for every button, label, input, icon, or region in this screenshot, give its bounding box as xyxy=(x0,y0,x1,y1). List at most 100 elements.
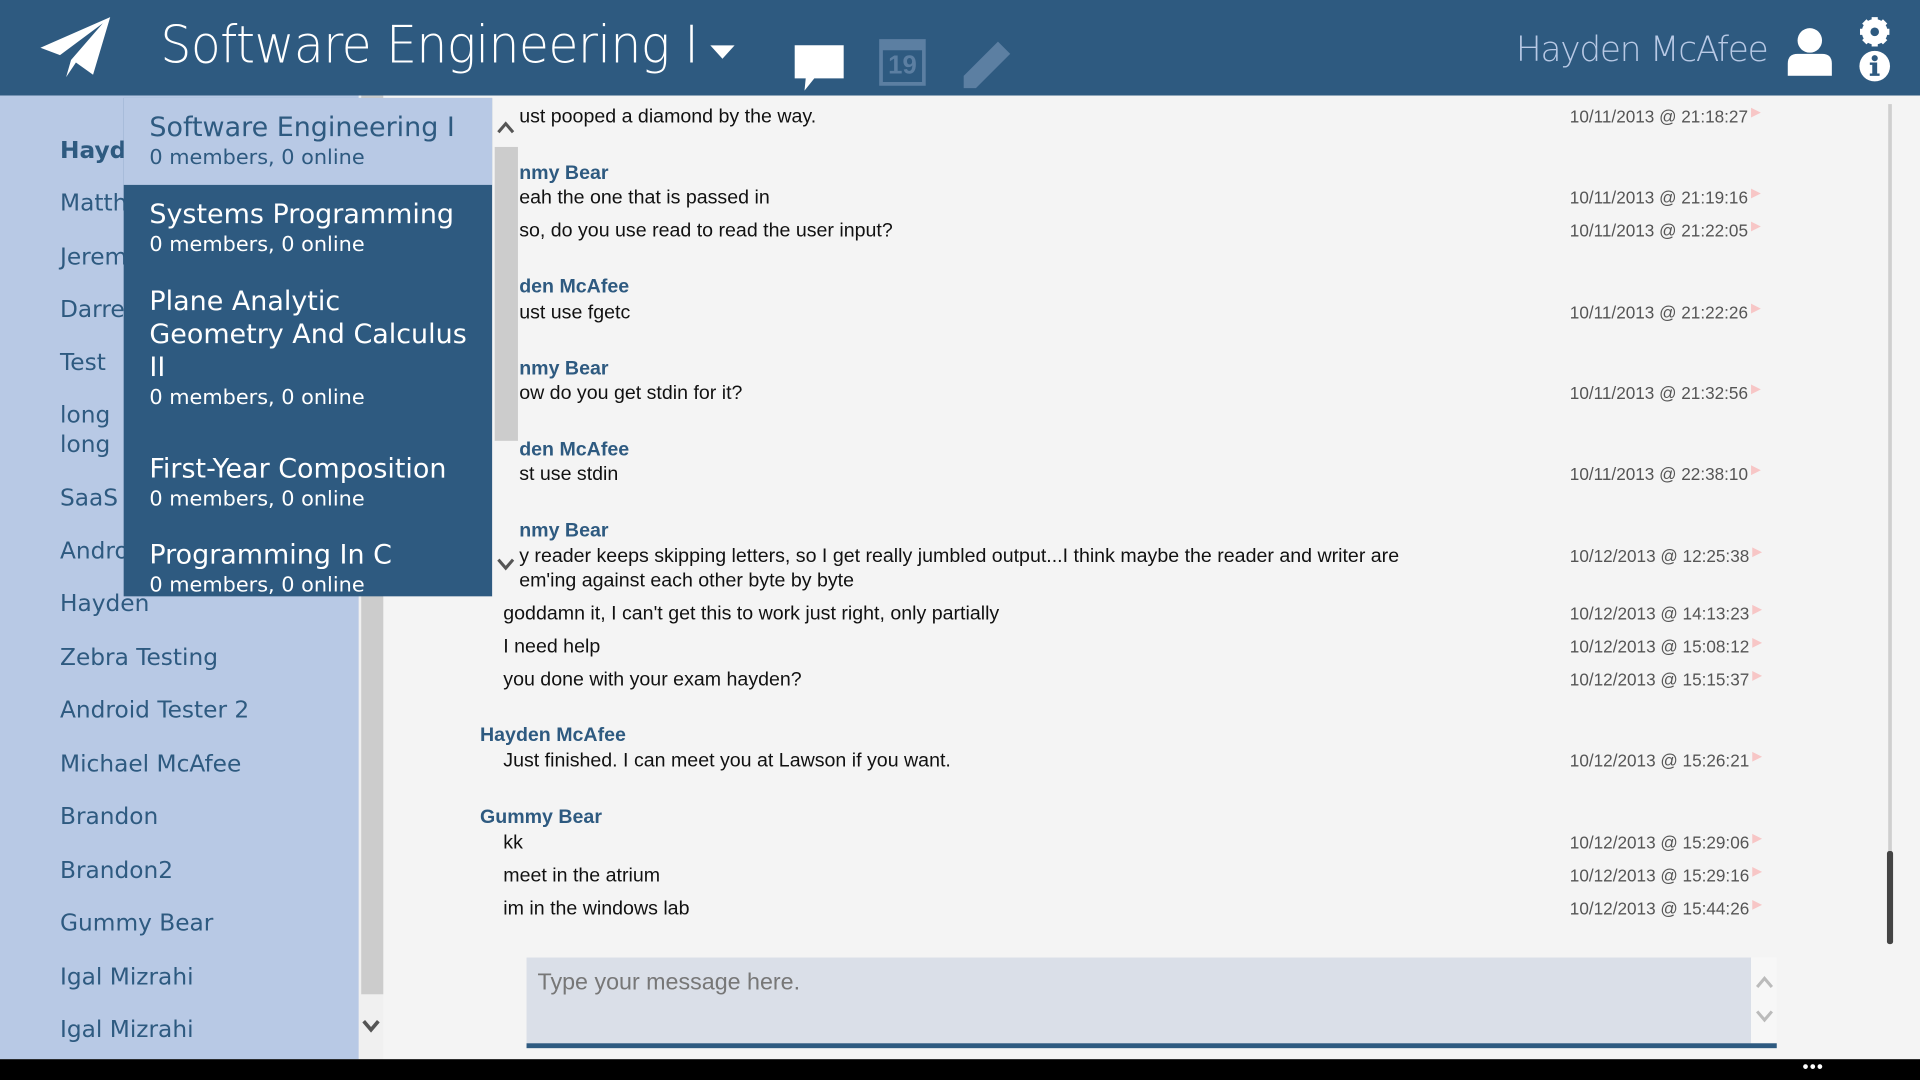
contact-item[interactable]: Igal Mizrahi xyxy=(60,962,194,991)
message-sender[interactable]: nmy Bear xyxy=(519,520,608,542)
timestamp-text: 10/11/2013 @ 22:38:10 xyxy=(1569,464,1749,484)
room-option[interactable]: Systems Programming 0 members, 0 online xyxy=(124,185,493,272)
timestamp-text: 10/12/2013 @ 15:15:37 xyxy=(1569,669,1750,690)
message-text: ow do you get stdin for it? xyxy=(519,383,743,405)
gear-icon[interactable] xyxy=(1859,16,1891,48)
chat-scroll-thumb[interactable] xyxy=(1886,851,1894,945)
contact-item[interactable]: Brandon xyxy=(60,802,158,831)
message-timestamp: 10/11/2013 @ 21:22:05 xyxy=(1569,220,1761,241)
room-option[interactable]: Programming In C0 members, 0 online xyxy=(124,525,493,598)
flag-icon[interactable] xyxy=(1751,547,1762,558)
flag-icon[interactable] xyxy=(1750,188,1761,199)
room-title[interactable]: Software Engineering I xyxy=(160,15,698,75)
message-text: so, do you use read to read the user inp… xyxy=(519,220,893,242)
flag-icon[interactable] xyxy=(1751,833,1762,844)
contact-item[interactable]: Darre xyxy=(60,295,125,324)
paper-plane-icon[interactable] xyxy=(39,16,112,80)
chevron-up-icon[interactable] xyxy=(1755,975,1774,990)
chevron-down-icon[interactable] xyxy=(497,557,515,572)
chevron-down-icon[interactable] xyxy=(710,45,735,60)
message-text: im in the windows lab xyxy=(503,898,690,920)
contact-item[interactable]: long long xyxy=(60,400,110,459)
message-timestamp: 10/11/2013 @ 21:18:27 xyxy=(1569,106,1761,127)
timestamp-text: 10/11/2013 @ 21:22:05 xyxy=(1569,220,1749,241)
user-icon[interactable] xyxy=(1785,27,1834,76)
message-sender[interactable]: nmy Bear xyxy=(519,163,608,185)
contact-item[interactable]: Igal Mizrahi xyxy=(60,1015,194,1044)
message-sender[interactable]: Hayden McAfee xyxy=(480,725,626,747)
contact-item[interactable]: Android Tester 2 xyxy=(60,696,249,725)
message-timestamp: 10/12/2013 @ 12:25:38 xyxy=(1570,546,1762,566)
message-timestamp: 10/12/2013 @ 15:29:06 xyxy=(1569,832,1762,853)
calendar-icon[interactable]: 19 xyxy=(879,39,926,86)
flag-icon[interactable] xyxy=(1751,751,1762,762)
contact-item[interactable]: Zebra Testing xyxy=(60,643,218,672)
app-bar xyxy=(0,1059,1920,1080)
room-option[interactable]: Software Engineering I0 members, 0 onlin… xyxy=(123,97,493,185)
room-option[interactable]: First-Year Composition 0 members, 0 onlin… xyxy=(124,440,493,526)
contact-item[interactable]: Michael McAfee xyxy=(60,749,241,778)
message-text: you done with your exam hayden? xyxy=(503,669,802,691)
message-timestamp: 10/12/2013 @ 15:26:21 xyxy=(1570,751,1762,770)
dropdown-scroll-thumb[interactable] xyxy=(494,146,518,441)
message-sender[interactable]: Gummy Bear xyxy=(480,807,602,829)
contact-item[interactable]: Andro xyxy=(60,536,129,565)
message-timestamp: 10/12/2013 @ 15:44:26 xyxy=(1570,899,1762,918)
contact-item[interactable]: Gummy Bear xyxy=(60,909,213,938)
flag-icon[interactable] xyxy=(1750,465,1761,476)
room-meta: 0 members, 0 online xyxy=(149,232,365,258)
chat-bubble-icon[interactable] xyxy=(792,42,846,91)
room-option[interactable]: Plane Analytic Geometry And Calculus II 0… xyxy=(124,272,493,440)
timestamp-text: 10/11/2013 @ 21:18:27 xyxy=(1569,106,1749,127)
flag-icon[interactable] xyxy=(1751,637,1762,648)
message-text: I need help xyxy=(503,636,601,658)
timestamp-text: 10/12/2013 @ 15:08:12 xyxy=(1569,636,1750,657)
room-name: Systems Programming xyxy=(149,199,455,231)
timestamp-text: 10/12/2013 @ 14:13:23 xyxy=(1569,603,1750,624)
app-window: Software Engineering I 19 Hayden McAfee … xyxy=(0,0,1920,1080)
message-text: goddamn it, I can't get this to work jus… xyxy=(503,603,1000,625)
info-icon[interactable] xyxy=(1859,50,1891,82)
chevron-up-icon[interactable] xyxy=(497,120,515,135)
flag-icon[interactable] xyxy=(1751,671,1762,681)
contact-item[interactable]: Matth xyxy=(60,189,127,218)
flag-icon[interactable] xyxy=(1750,107,1761,118)
message-text: ust pooped a diamond by the way. xyxy=(519,106,817,128)
chevron-down-icon[interactable] xyxy=(362,1019,380,1034)
user-name[interactable]: Hayden McAfee xyxy=(1516,29,1769,69)
flag-icon[interactable] xyxy=(1751,866,1762,877)
input-scrollbar[interactable] xyxy=(1751,957,1777,1044)
contact-item[interactable]: Jerem xyxy=(60,242,127,271)
timestamp-text: 10/11/2013 @ 21:32:56 xyxy=(1569,383,1749,403)
input-underline xyxy=(526,1043,1777,1049)
message-text: st use stdin xyxy=(519,464,619,485)
flag-icon[interactable] xyxy=(1751,604,1762,615)
contact-item[interactable]: Test xyxy=(60,348,106,377)
message-timestamp: 10/11/2013 @ 21:19:16 xyxy=(1570,187,1761,207)
room-name: Software Engineering I xyxy=(149,112,455,144)
room-meta: 0 members, 0 online xyxy=(149,573,365,598)
room-meta: 0 members, 0 online xyxy=(149,145,365,171)
timestamp-text: 10/12/2013 @ 15:29:16 xyxy=(1569,865,1750,886)
room-name: Programming In C xyxy=(149,540,392,571)
message-timestamp: 10/12/2013 @ 14:13:23 xyxy=(1569,603,1762,624)
message-sender[interactable]: nmy Bear xyxy=(519,359,608,381)
contact-item[interactable]: SaaS xyxy=(60,484,118,513)
flag-icon[interactable] xyxy=(1751,900,1762,910)
message-sender[interactable]: den McAfee xyxy=(519,277,629,299)
chevron-down-icon[interactable] xyxy=(1755,1009,1774,1024)
chat-scrollbar[interactable] xyxy=(1888,104,1892,943)
more-button[interactable]: ••• xyxy=(1802,1057,1824,1077)
message-text: meet in the atrium xyxy=(503,865,661,887)
timestamp-text: 10/12/2013 @ 15:29:06 xyxy=(1569,832,1750,853)
contact-item[interactable]: Brandon2 xyxy=(60,856,173,885)
flag-icon[interactable] xyxy=(1750,221,1761,232)
pencil-icon[interactable] xyxy=(961,39,1012,90)
timestamp-text: 10/12/2013 @ 12:25:38 xyxy=(1569,546,1750,566)
flag-icon[interactable] xyxy=(1750,303,1761,314)
calendar-day: 19 xyxy=(888,51,917,80)
flag-icon[interactable] xyxy=(1750,384,1761,395)
contact-item[interactable]: Hayd xyxy=(60,136,126,165)
message-sender[interactable]: den McAfee xyxy=(519,440,629,462)
message-input[interactable] xyxy=(526,957,1752,1044)
